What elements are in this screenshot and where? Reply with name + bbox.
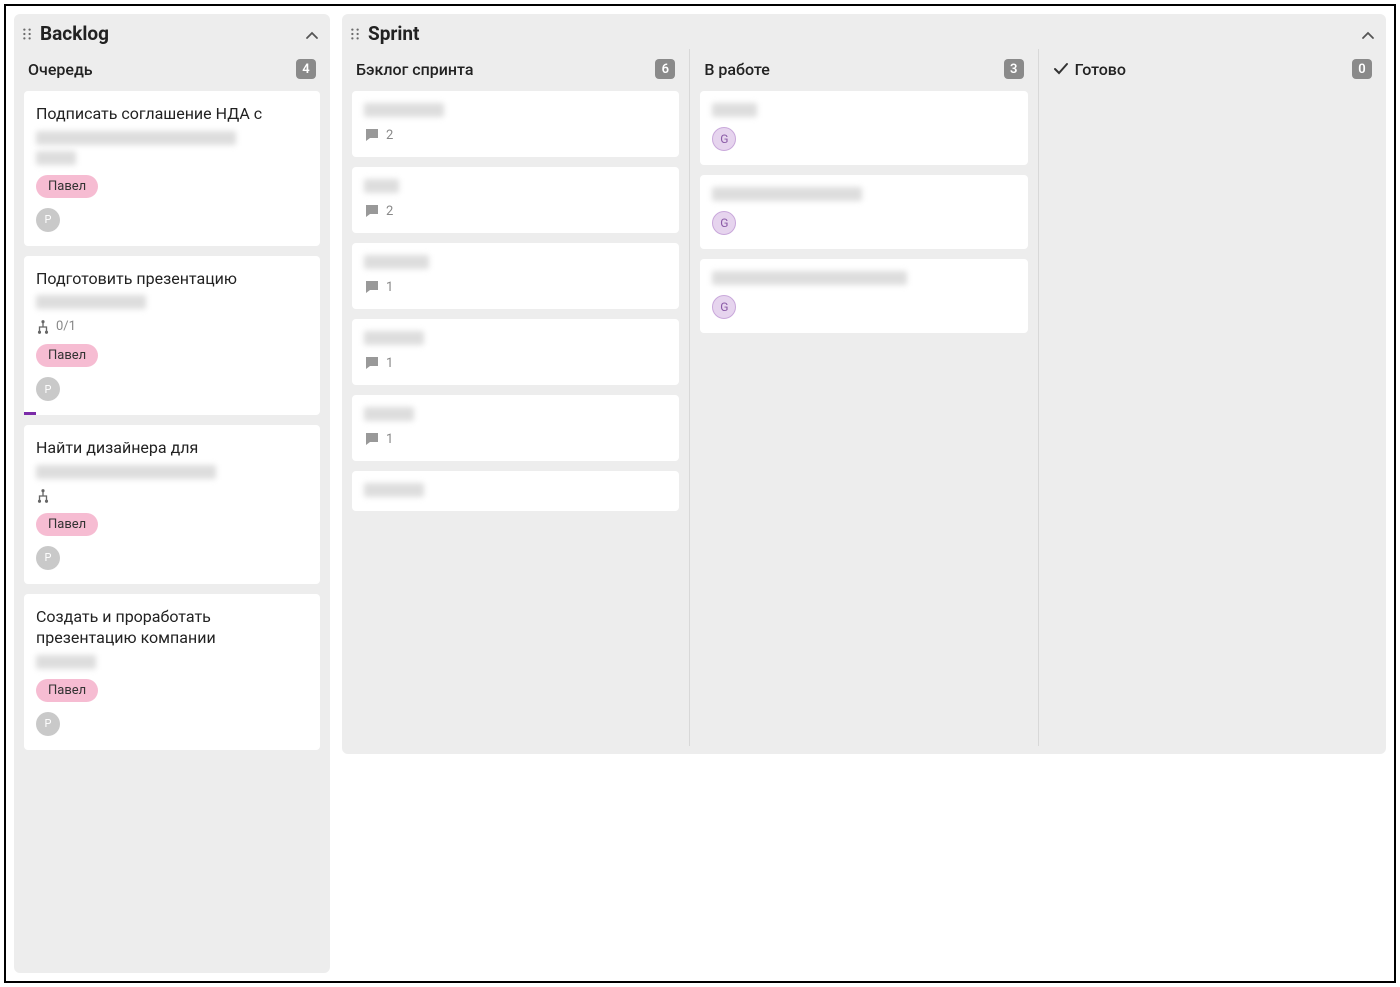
assignee-tag: Павел (36, 513, 98, 536)
redacted-text (364, 103, 444, 117)
comment-count: 1 (386, 356, 393, 371)
count-badge: 6 (655, 59, 675, 79)
backlog-section: Backlog Очередь 4 Подписать соглашение Н… (14, 14, 330, 973)
redacted-text (364, 407, 414, 421)
task-card[interactable]: 1 (352, 243, 679, 309)
card-list: G G G (700, 91, 1027, 333)
assignee-tag: Павел (36, 679, 98, 702)
card-title: Подписать соглашение НДА с (36, 103, 308, 125)
backlog-title: Backlog (40, 22, 304, 45)
column-header: Готово 0 (1049, 49, 1376, 91)
collapse-icon[interactable] (304, 26, 320, 42)
redacted-text (364, 255, 429, 269)
sprint-title: Sprint (368, 22, 1360, 45)
column-header-queue: Очередь 4 (24, 49, 320, 91)
avatar: G (712, 211, 736, 235)
avatar: P (36, 712, 60, 736)
redacted-text (364, 483, 424, 497)
count-badge: 3 (1004, 59, 1024, 79)
sprint-section: Sprint Бэклог спринта 6 2 (342, 14, 1386, 754)
count-badge: 0 (1352, 59, 1372, 79)
sprint-header[interactable]: Sprint (342, 14, 1386, 49)
column-title: В работе (704, 60, 1003, 79)
task-card[interactable]: G (700, 175, 1027, 249)
avatar: P (36, 546, 60, 570)
comment-count: 2 (386, 128, 393, 143)
redacted-text (36, 655, 96, 669)
task-card[interactable]: Подготовить презентацию 0/1 Павел P (24, 256, 320, 416)
card-title: Найти дизайнера для (36, 437, 308, 459)
progress-indicator (24, 412, 36, 415)
card-list: 2 2 1 (352, 91, 679, 511)
avatar: G (712, 127, 736, 151)
comment-meta: 1 (364, 355, 667, 371)
subtask-icon (36, 320, 50, 334)
assignee-tag: Павел (36, 344, 98, 367)
comment-icon (364, 279, 380, 295)
comment-icon (364, 203, 380, 219)
task-card[interactable]: 1 (352, 395, 679, 461)
redacted-text (36, 131, 236, 145)
comment-icon (364, 127, 380, 143)
avatar: P (36, 377, 60, 401)
subtask-meta: 0/1 (36, 319, 308, 334)
subtask-meta (36, 489, 308, 503)
redacted-text (36, 465, 216, 479)
comment-count: 1 (386, 432, 393, 447)
backlog-header[interactable]: Backlog (14, 14, 330, 49)
avatar: G (712, 295, 736, 319)
done-column: Готово 0 (1038, 49, 1386, 746)
task-card[interactable]: 2 (352, 167, 679, 233)
column-header: В работе 3 (700, 49, 1027, 91)
card-list: Подписать соглашение НДА с Павел P Подго… (24, 91, 320, 750)
redacted-text (712, 103, 757, 117)
column-title: Бэклог спринта (356, 60, 655, 79)
sprint-backlog-column: Бэклог спринта 6 2 (342, 49, 689, 746)
card-title: Создать и проработать презентацию компан… (36, 606, 308, 649)
column-title: Готово (1075, 60, 1352, 79)
redacted-text (36, 295, 146, 309)
task-card[interactable]: 2 (352, 91, 679, 157)
assignee-tag: Павел (36, 175, 98, 198)
task-card[interactable]: Создать и проработать презентацию компан… (24, 594, 320, 750)
comment-count: 2 (386, 204, 393, 219)
task-card[interactable]: G (700, 91, 1027, 165)
comment-meta: 2 (364, 127, 667, 143)
task-card[interactable] (352, 471, 679, 511)
count-badge: 4 (296, 59, 316, 79)
drag-handle-icon[interactable] (348, 27, 362, 41)
check-icon (1053, 61, 1069, 77)
redacted-text (712, 271, 907, 285)
redacted-text (364, 179, 399, 193)
column-title: Очередь (28, 60, 296, 79)
redacted-text (712, 187, 862, 201)
in-progress-column: В работе 3 G G G (689, 49, 1037, 746)
subtask-count: 0/1 (56, 319, 76, 334)
column-header: Бэклог спринта 6 (352, 49, 679, 91)
task-card[interactable]: 1 (352, 319, 679, 385)
avatar: P (36, 208, 60, 232)
comment-meta: 1 (364, 279, 667, 295)
redacted-text (364, 331, 424, 345)
kanban-board: Backlog Очередь 4 Подписать соглашение Н… (4, 4, 1396, 983)
task-card[interactable]: Подписать соглашение НДА с Павел P (24, 91, 320, 246)
comment-icon (364, 355, 380, 371)
comment-count: 1 (386, 280, 393, 295)
drag-handle-icon[interactable] (20, 27, 34, 41)
redacted-text (36, 151, 76, 165)
collapse-icon[interactable] (1360, 26, 1376, 42)
comment-meta: 2 (364, 203, 667, 219)
card-title: Подготовить презентацию (36, 268, 308, 290)
task-card[interactable]: G (700, 259, 1027, 333)
comment-icon (364, 431, 380, 447)
task-card[interactable]: Найти дизайнера для Павел P (24, 425, 320, 584)
backlog-column: Очередь 4 Подписать соглашение НДА с Пав… (14, 49, 330, 965)
subtask-icon (36, 489, 50, 503)
comment-meta: 1 (364, 431, 667, 447)
